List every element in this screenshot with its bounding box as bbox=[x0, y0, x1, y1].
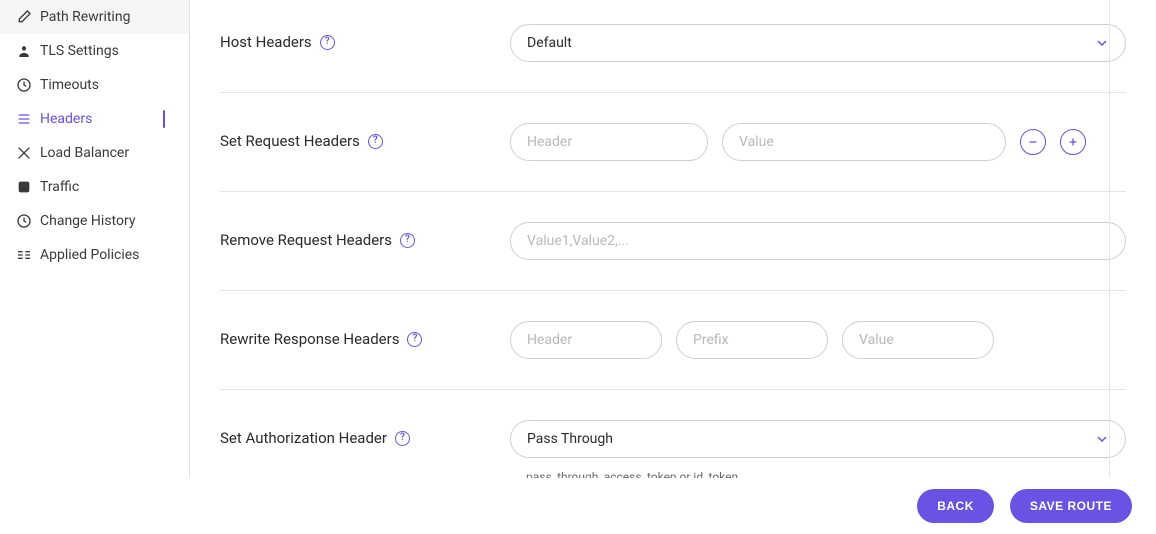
auth-header-value: Pass Through bbox=[527, 431, 613, 447]
sidebar-item-timeouts[interactable]: Timeouts bbox=[0, 68, 189, 102]
remove-headers-input[interactable] bbox=[510, 222, 1126, 260]
remove-header-button[interactable] bbox=[1020, 129, 1046, 155]
sidebar-item-traffic[interactable]: Traffic bbox=[0, 170, 189, 204]
host-headers-value: Default bbox=[527, 35, 572, 51]
sidebar-item-applied-policies[interactable]: Applied Policies bbox=[0, 238, 189, 272]
request-header-value-input[interactable] bbox=[722, 123, 1006, 161]
main-content: Host Headers ? Default Set Request Heade… bbox=[190, 0, 1156, 534]
host-headers-select[interactable]: Default bbox=[510, 24, 1126, 62]
auth-header-select[interactable]: Pass Through bbox=[510, 420, 1126, 458]
pencil-icon bbox=[16, 9, 40, 25]
help-icon[interactable]: ? bbox=[395, 431, 410, 446]
host-headers-label: Host Headers bbox=[220, 33, 312, 51]
sidebar-item-label: TLS Settings bbox=[40, 43, 119, 59]
sidebar-item-load-balancer[interactable]: Load Balancer bbox=[0, 136, 189, 170]
sidebar-item-label: Timeouts bbox=[40, 77, 99, 93]
set-auth-header-label: Set Authorization Header bbox=[220, 429, 387, 447]
sidebar-item-path-rewriting[interactable]: Path Rewriting bbox=[0, 0, 189, 34]
sidebar: Path Rewriting TLS Settings Timeouts Hea… bbox=[0, 0, 190, 534]
history-icon bbox=[16, 213, 40, 229]
set-request-headers-label: Set Request Headers bbox=[220, 132, 360, 150]
panel-right-border bbox=[1109, 0, 1110, 478]
rewrite-header-value-input[interactable] bbox=[842, 321, 994, 359]
section-rewrite-response-headers: Rewrite Response Headers ? bbox=[220, 291, 1126, 390]
back-button[interactable]: BACK bbox=[917, 489, 994, 523]
chart-icon bbox=[16, 179, 40, 195]
rewrite-header-name-input[interactable] bbox=[510, 321, 662, 359]
chevron-down-icon bbox=[1097, 436, 1107, 442]
remove-request-headers-label: Remove Request Headers bbox=[220, 231, 392, 249]
help-icon[interactable]: ? bbox=[407, 332, 422, 347]
section-host-headers: Host Headers ? Default bbox=[220, 0, 1126, 93]
chevron-down-icon bbox=[1097, 40, 1107, 46]
sidebar-item-label: Path Rewriting bbox=[40, 9, 130, 25]
policies-icon bbox=[16, 247, 40, 263]
section-remove-request-headers: Remove Request Headers ? bbox=[220, 192, 1126, 291]
sidebar-item-tls-settings[interactable]: TLS Settings bbox=[0, 34, 189, 68]
sidebar-item-label: Applied Policies bbox=[40, 247, 139, 263]
rewrite-response-headers-label: Rewrite Response Headers bbox=[220, 330, 399, 348]
add-header-button[interactable] bbox=[1060, 129, 1086, 155]
sidebar-item-label: Traffic bbox=[40, 179, 79, 195]
sidebar-item-change-history[interactable]: Change History bbox=[0, 204, 189, 238]
help-icon[interactable]: ? bbox=[368, 134, 383, 149]
help-icon[interactable]: ? bbox=[400, 233, 415, 248]
save-route-button[interactable]: SAVE ROUTE bbox=[1010, 489, 1132, 523]
sidebar-item-label: Change History bbox=[40, 213, 135, 229]
request-header-name-input[interactable] bbox=[510, 123, 708, 161]
help-icon[interactable]: ? bbox=[320, 35, 335, 50]
footer: BACK SAVE ROUTE bbox=[0, 478, 1156, 534]
clock-icon bbox=[16, 77, 40, 93]
cross-tools-icon bbox=[16, 145, 40, 161]
section-set-request-headers: Set Request Headers ? bbox=[220, 93, 1126, 192]
list-icon bbox=[16, 111, 40, 127]
person-icon bbox=[16, 43, 40, 59]
sidebar-item-label: Load Balancer bbox=[40, 145, 129, 161]
rewrite-header-prefix-input[interactable] bbox=[676, 321, 828, 359]
sidebar-item-headers[interactable]: Headers bbox=[0, 102, 189, 136]
sidebar-item-label: Headers bbox=[40, 111, 92, 127]
